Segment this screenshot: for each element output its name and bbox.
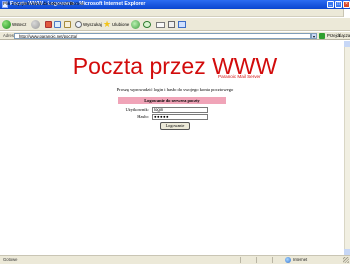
close-button[interactable]: × xyxy=(343,1,350,8)
search-icon[interactable] xyxy=(75,21,82,28)
login-button[interactable]: Logowanie xyxy=(160,122,190,130)
history-icon[interactable] xyxy=(143,21,151,28)
favorites-button-label[interactable]: Ulubione xyxy=(112,20,129,29)
page-subtitle: Paranoic Mail Server xyxy=(218,74,261,79)
edit-icon[interactable] xyxy=(178,21,186,28)
stop-icon[interactable] xyxy=(45,21,52,28)
scroll-up-arrow-icon[interactable] xyxy=(344,41,350,47)
star-icon[interactable]: ★ xyxy=(103,20,111,29)
username-input[interactable]: login xyxy=(152,107,208,113)
menu-item-help[interactable]: Pomoc xyxy=(70,0,84,8)
media-icon[interactable] xyxy=(131,20,140,29)
go-arrow-icon[interactable] xyxy=(319,33,325,39)
status-pane xyxy=(240,257,241,263)
menu-bar xyxy=(0,9,350,17)
address-input[interactable]: http://www.paranoic.net/poczta/ xyxy=(14,33,311,39)
login-form-header: Logowanie do serwera poczty xyxy=(118,97,226,104)
back-arrow-icon[interactable] xyxy=(2,20,11,29)
menu-item-edit[interactable]: Edycja xyxy=(12,0,26,8)
internet-globe-icon xyxy=(285,257,291,263)
print-icon[interactable] xyxy=(168,21,175,28)
status-pane xyxy=(256,257,257,263)
links-button[interactable]: Łącza xyxy=(339,32,350,40)
username-label: Użytkownik: xyxy=(125,107,150,112)
zone-label: Internet xyxy=(293,257,308,262)
maximize-button[interactable]: □ xyxy=(335,1,342,8)
minimize-button[interactable]: _ xyxy=(327,1,334,8)
address-label: Adres xyxy=(3,33,14,38)
search-button-label[interactable]: Wyszukaj xyxy=(83,20,102,29)
menu-item-file[interactable]: Plik xyxy=(3,0,10,8)
status-pane xyxy=(272,257,273,263)
forward-arrow-icon[interactable] xyxy=(31,20,40,29)
chevron-down-icon[interactable]: ▾ xyxy=(311,33,317,39)
resize-grip[interactable] xyxy=(343,257,349,263)
intro-text: Proszę wprowadzić login i hasło do swoje… xyxy=(116,87,234,92)
refresh-icon[interactable] xyxy=(54,21,61,28)
password-label: Hasło: xyxy=(137,114,149,119)
windows-logo-icon xyxy=(343,9,350,17)
password-input[interactable]: ●●●●● xyxy=(152,114,208,120)
mail-icon[interactable] xyxy=(156,22,165,28)
home-icon[interactable] xyxy=(64,21,71,28)
toolbar xyxy=(0,18,350,31)
back-button-label[interactable]: Wstecz xyxy=(12,20,26,29)
status-text: Gotowe xyxy=(3,257,18,262)
page-title: Poczta przez WWW xyxy=(72,53,278,79)
menu-item-view[interactable]: Widok xyxy=(25,0,38,8)
